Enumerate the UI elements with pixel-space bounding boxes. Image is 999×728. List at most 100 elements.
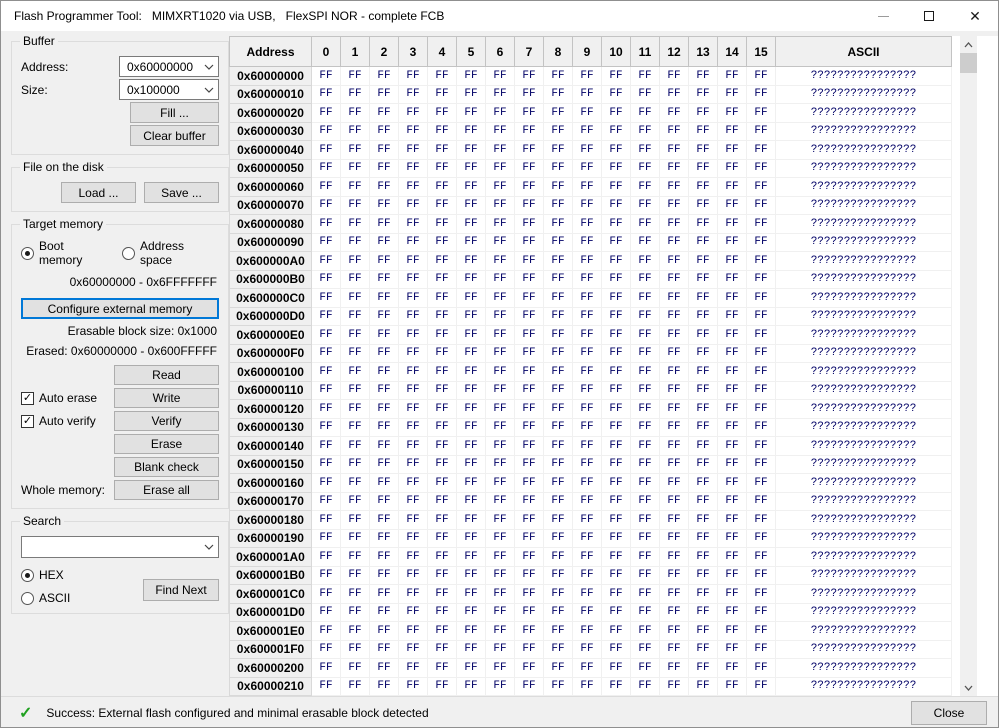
hex-byte-cell[interactable]: FF bbox=[746, 491, 776, 511]
hex-byte-cell[interactable]: FF bbox=[543, 269, 573, 289]
hex-byte-cell[interactable]: FF bbox=[688, 547, 718, 567]
hex-byte-cell[interactable]: FF bbox=[630, 473, 660, 493]
hex-byte-cell[interactable]: FF bbox=[543, 84, 573, 104]
hex-byte-cell[interactable]: FF bbox=[369, 602, 399, 622]
hex-byte-cell[interactable]: FF bbox=[688, 177, 718, 197]
hex-byte-cell[interactable]: FF bbox=[688, 140, 718, 160]
hex-byte-cell[interactable]: FF bbox=[369, 491, 399, 511]
hex-byte-cell[interactable]: FF bbox=[514, 195, 544, 215]
hex-byte-cell[interactable]: FF bbox=[659, 103, 689, 123]
ascii-cell[interactable]: ???????????????? bbox=[775, 269, 952, 289]
hex-byte-cell[interactable]: FF bbox=[601, 325, 631, 345]
ascii-cell[interactable]: ???????????????? bbox=[775, 454, 952, 474]
hex-byte-cell[interactable]: FF bbox=[717, 399, 747, 419]
hex-byte-cell[interactable]: FF bbox=[572, 362, 602, 382]
hex-byte-cell[interactable]: FF bbox=[630, 602, 660, 622]
hex-byte-cell[interactable]: FF bbox=[456, 454, 486, 474]
hex-byte-cell[interactable]: FF bbox=[688, 269, 718, 289]
hex-byte-cell[interactable]: FF bbox=[630, 528, 660, 548]
hex-byte-cell[interactable]: FF bbox=[485, 565, 515, 585]
hex-byte-cell[interactable]: FF bbox=[688, 121, 718, 141]
hex-byte-cell[interactable]: FF bbox=[456, 66, 486, 86]
hex-byte-cell[interactable]: FF bbox=[427, 214, 457, 234]
hex-byte-cell[interactable]: FF bbox=[456, 399, 486, 419]
hex-byte-cell[interactable]: FF bbox=[601, 103, 631, 123]
hex-byte-cell[interactable]: FF bbox=[369, 621, 399, 641]
hex-byte-cell[interactable]: FF bbox=[340, 528, 370, 548]
hex-byte-cell[interactable]: FF bbox=[398, 121, 428, 141]
hex-byte-cell[interactable]: FF bbox=[311, 66, 341, 86]
ascii-cell[interactable]: ???????????????? bbox=[775, 473, 952, 493]
hex-byte-cell[interactable]: FF bbox=[311, 491, 341, 511]
hex-byte-cell[interactable]: FF bbox=[514, 121, 544, 141]
hex-byte-cell[interactable]: FF bbox=[398, 195, 428, 215]
hex-byte-cell[interactable]: FF bbox=[688, 399, 718, 419]
hex-byte-cell[interactable]: FF bbox=[630, 306, 660, 326]
hex-byte-cell[interactable]: FF bbox=[456, 140, 486, 160]
hex-byte-cell[interactable]: FF bbox=[659, 269, 689, 289]
hex-byte-cell[interactable]: FF bbox=[485, 676, 515, 696]
hex-byte-cell[interactable]: FF bbox=[717, 325, 747, 345]
ascii-cell[interactable]: ???????????????? bbox=[775, 584, 952, 604]
hex-byte-cell[interactable]: FF bbox=[601, 140, 631, 160]
hex-byte-cell[interactable]: FF bbox=[456, 491, 486, 511]
hex-byte-cell[interactable]: FF bbox=[427, 399, 457, 419]
hex-byte-cell[interactable]: FF bbox=[398, 214, 428, 234]
hex-byte-cell[interactable]: FF bbox=[485, 84, 515, 104]
hex-byte-cell[interactable]: FF bbox=[485, 380, 515, 400]
hex-byte-cell[interactable]: FF bbox=[572, 232, 602, 252]
save-button[interactable]: Save ... bbox=[144, 182, 219, 203]
hex-byte-cell[interactable]: FF bbox=[427, 288, 457, 308]
hex-byte-cell[interactable]: FF bbox=[369, 269, 399, 289]
hex-byte-cell[interactable]: FF bbox=[398, 288, 428, 308]
hex-byte-cell[interactable]: FF bbox=[485, 399, 515, 419]
hex-byte-cell[interactable]: FF bbox=[311, 177, 341, 197]
hex-byte-cell[interactable]: FF bbox=[688, 232, 718, 252]
hex-byte-cell[interactable]: FF bbox=[717, 362, 747, 382]
hex-byte-cell[interactable]: FF bbox=[659, 343, 689, 363]
hex-byte-cell[interactable]: FF bbox=[369, 417, 399, 437]
hex-byte-cell[interactable]: FF bbox=[746, 473, 776, 493]
hex-byte-cell[interactable]: FF bbox=[572, 528, 602, 548]
ascii-cell[interactable]: ???????????????? bbox=[775, 676, 952, 696]
hex-byte-cell[interactable]: FF bbox=[427, 66, 457, 86]
hex-byte-cell[interactable]: FF bbox=[456, 121, 486, 141]
hex-byte-cell[interactable]: FF bbox=[311, 584, 341, 604]
hex-byte-cell[interactable]: FF bbox=[427, 639, 457, 659]
hex-byte-cell[interactable]: FF bbox=[717, 658, 747, 678]
hex-byte-cell[interactable]: FF bbox=[311, 140, 341, 160]
hex-byte-cell[interactable]: FF bbox=[456, 325, 486, 345]
hex-byte-cell[interactable]: FF bbox=[543, 158, 573, 178]
hex-byte-cell[interactable]: FF bbox=[717, 251, 747, 271]
hex-byte-cell[interactable]: FF bbox=[340, 140, 370, 160]
hex-byte-cell[interactable]: FF bbox=[514, 251, 544, 271]
hex-byte-cell[interactable]: FF bbox=[485, 362, 515, 382]
hex-byte-cell[interactable]: FF bbox=[311, 362, 341, 382]
hex-byte-cell[interactable]: FF bbox=[572, 158, 602, 178]
hex-byte-cell[interactable]: FF bbox=[659, 399, 689, 419]
hex-byte-cell[interactable]: FF bbox=[456, 269, 486, 289]
hex-byte-cell[interactable]: FF bbox=[601, 121, 631, 141]
hex-byte-cell[interactable]: FF bbox=[601, 528, 631, 548]
hex-byte-cell[interactable]: FF bbox=[601, 214, 631, 234]
ascii-cell[interactable]: ???????????????? bbox=[775, 547, 952, 567]
hex-byte-cell[interactable]: FF bbox=[398, 140, 428, 160]
hex-byte-cell[interactable]: FF bbox=[427, 158, 457, 178]
hex-byte-cell[interactable]: FF bbox=[311, 676, 341, 696]
hex-byte-cell[interactable]: FF bbox=[514, 158, 544, 178]
hex-byte-cell[interactable]: FF bbox=[746, 362, 776, 382]
hex-byte-cell[interactable]: FF bbox=[601, 343, 631, 363]
hex-byte-cell[interactable]: FF bbox=[456, 362, 486, 382]
ascii-cell[interactable]: ???????????????? bbox=[775, 417, 952, 437]
hex-byte-cell[interactable]: FF bbox=[688, 676, 718, 696]
hex-byte-cell[interactable]: FF bbox=[369, 510, 399, 530]
hex-byte-cell[interactable]: FF bbox=[427, 380, 457, 400]
hex-byte-cell[interactable]: FF bbox=[427, 547, 457, 567]
hex-byte-cell[interactable]: FF bbox=[485, 325, 515, 345]
hex-byte-cell[interactable]: FF bbox=[398, 565, 428, 585]
ascii-radio[interactable] bbox=[21, 591, 34, 605]
hex-byte-cell[interactable]: FF bbox=[514, 140, 544, 160]
hex-byte-cell[interactable]: FF bbox=[630, 84, 660, 104]
hex-byte-cell[interactable]: FF bbox=[514, 66, 544, 86]
hex-byte-cell[interactable]: FF bbox=[514, 232, 544, 252]
